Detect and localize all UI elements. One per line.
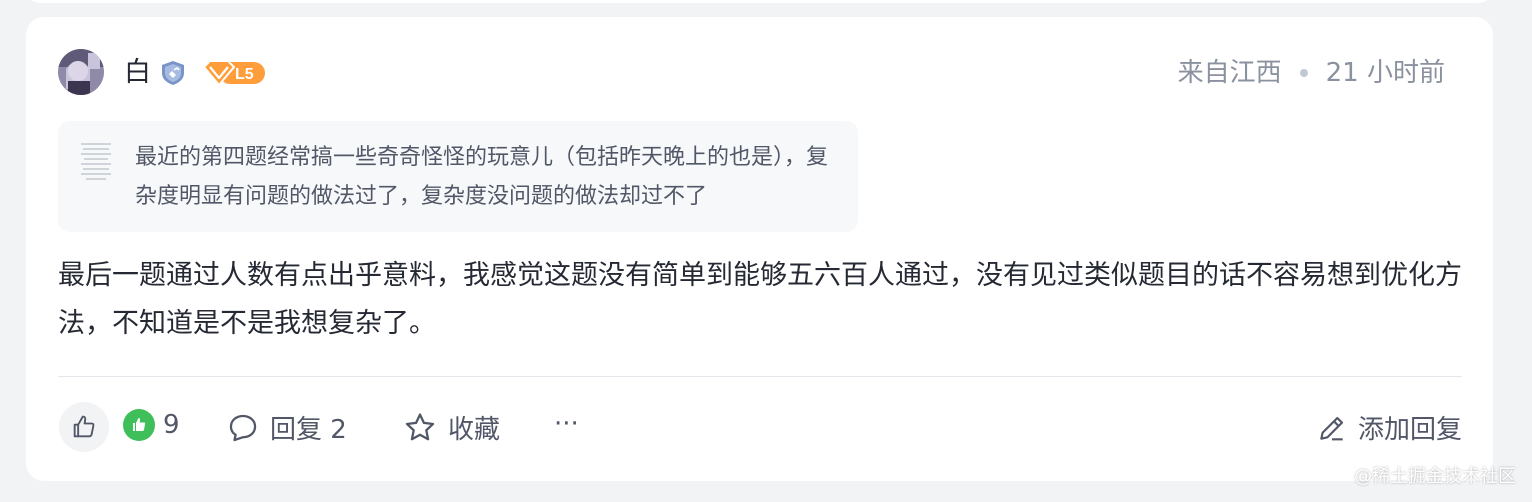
- quoted-post[interactable]: 最近的第四题经常搞一些奇奇怪怪的玩意儿（包括昨天晚上的也是），复杂度明显有问题的…: [58, 121, 858, 232]
- favorite-label: 收藏: [448, 415, 501, 445]
- favorite-button[interactable]: 收藏: [402, 409, 500, 446]
- level-label: L5: [235, 66, 254, 83]
- more-dots-icon: ···: [554, 409, 579, 439]
- location: 来自江西: [1177, 58, 1282, 88]
- like-count: 9: [163, 410, 180, 440]
- reply-button[interactable]: 回复 2: [226, 409, 347, 446]
- watermark: @稀土掘金技术社区: [1354, 466, 1516, 487]
- like-reaction-icon: [123, 409, 155, 441]
- like-button[interactable]: [59, 402, 109, 452]
- comment-content: 最后一题通过人数有点出乎意料，我感觉这题没有简单到能够五六百人通过，没有见过类似…: [58, 260, 1462, 339]
- timestamp: 21 小时前: [1325, 58, 1445, 88]
- pencil-icon: [1320, 416, 1344, 440]
- quoted-text: 最近的第四题经常搞一些奇奇怪怪的玩意儿（包括昨天晚上的也是），复杂度明显有问题的…: [135, 145, 829, 209]
- like-count-group: 9: [123, 409, 180, 441]
- thumbs-up-icon: [73, 415, 95, 438]
- previous-card-edge: [26, 0, 1493, 3]
- star-icon: [405, 412, 435, 440]
- separator-dot: [1299, 69, 1308, 77]
- add-reply-label: 添加回复: [1357, 415, 1462, 445]
- avatar[interactable]: [58, 49, 104, 95]
- chat-bubble-icon: [229, 414, 257, 441]
- add-reply-button[interactable]: 添加回复: [1316, 409, 1462, 446]
- divider: [58, 376, 1462, 377]
- comment-meta: 来自江西 21 小时前: [1178, 56, 1445, 90]
- username[interactable]: 白: [124, 56, 151, 90]
- reply-label: 回复 2: [270, 415, 347, 445]
- action-bar: 9 回复 2 收藏 ··· 添加回复: [0, 400, 1532, 452]
- shield-badge-icon: [159, 59, 187, 87]
- quote-thumbnail: [78, 139, 114, 183]
- level-badge: L5: [201, 58, 267, 88]
- more-button[interactable]: ···: [554, 409, 579, 439]
